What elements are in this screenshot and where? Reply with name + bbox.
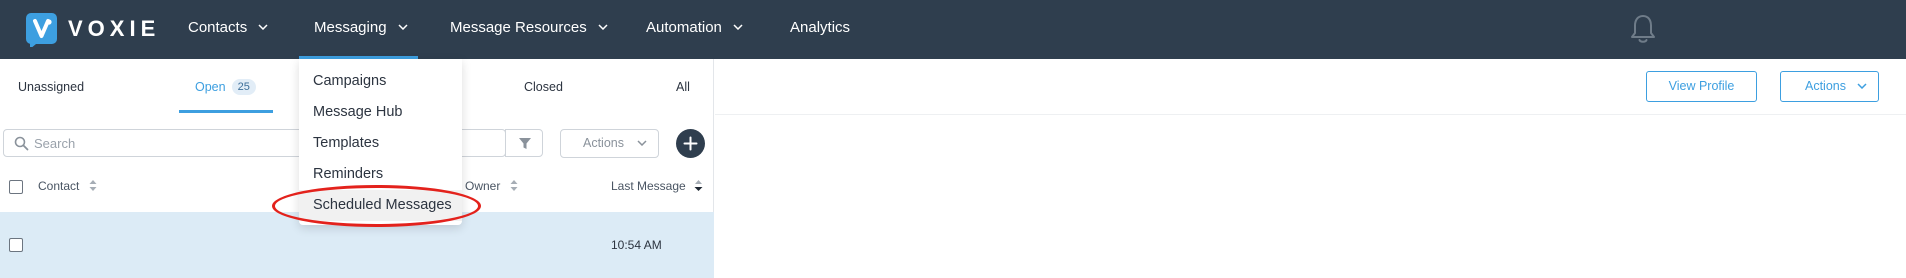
sort-icon xyxy=(510,180,518,192)
menu-item-message-hub[interactable]: Message Hub xyxy=(299,97,462,128)
voxie-logo-icon xyxy=(26,13,57,47)
add-conversation-button[interactable] xyxy=(676,129,705,158)
menu-item-templates[interactable]: Templates xyxy=(299,128,462,159)
select-all-checkbox[interactable] xyxy=(9,180,23,194)
chevron-down-icon xyxy=(637,140,647,146)
filter-icon xyxy=(519,138,531,149)
column-header-owner[interactable]: Owner xyxy=(465,176,518,196)
chevron-down-icon xyxy=(733,24,743,30)
tab-closed[interactable]: Closed xyxy=(524,59,563,114)
plus-icon xyxy=(683,136,698,151)
nav-messaging[interactable]: Messaging xyxy=(299,0,418,59)
nav-message-resources-label: Message Resources xyxy=(450,19,587,36)
nav-automation-label: Automation xyxy=(646,19,722,36)
tab-unassigned-label: Unassigned xyxy=(18,80,85,94)
sort-icon xyxy=(89,180,97,192)
chevron-down-icon xyxy=(258,24,268,30)
chevron-down-icon xyxy=(1857,83,1867,89)
column-last-message-label: Last Message xyxy=(611,179,686,193)
brand-name: VOXIE xyxy=(68,15,161,41)
tab-all-label: All xyxy=(676,80,690,94)
nav-contacts[interactable]: Contacts xyxy=(188,0,268,59)
tab-all[interactable]: All xyxy=(676,59,690,114)
column-owner-label: Owner xyxy=(465,179,501,193)
nav-messaging-label: Messaging xyxy=(314,19,387,36)
inbox-actions-button[interactable]: Actions xyxy=(560,129,659,158)
sort-descending-icon xyxy=(694,180,703,192)
nav-message-resources[interactable]: Message Resources xyxy=(450,0,608,59)
tab-active-indicator xyxy=(179,110,273,113)
row-checkbox[interactable] xyxy=(9,238,23,252)
column-header-contact[interactable]: Contact xyxy=(38,176,97,196)
view-profile-button[interactable]: View Profile xyxy=(1646,71,1757,102)
view-profile-label: View Profile xyxy=(1668,79,1735,93)
conversation-header-divider xyxy=(715,114,1906,115)
top-navigation-bar: VOXIE Contacts Messaging Message Resourc… xyxy=(0,0,1906,59)
tab-unassigned[interactable]: Unassigned xyxy=(18,59,84,114)
highlight-annotation-ellipse xyxy=(272,185,481,227)
menu-item-campaigns[interactable]: Campaigns xyxy=(299,66,462,97)
filter-button[interactable] xyxy=(505,129,543,157)
tab-open[interactable]: Open 25 xyxy=(195,59,256,114)
nav-analytics-label: Analytics xyxy=(790,19,851,36)
chevron-down-icon xyxy=(398,24,408,30)
search-icon xyxy=(14,136,29,151)
inbox-actions-label: Actions xyxy=(583,136,624,150)
chevron-down-icon xyxy=(598,24,608,30)
conversation-actions-label: Actions xyxy=(1805,79,1846,93)
conversation-actions-button[interactable]: Actions xyxy=(1780,71,1879,102)
tab-open-label: Open xyxy=(195,80,226,94)
nav-automation[interactable]: Automation xyxy=(646,0,743,59)
column-header-last-message[interactable]: Last Message xyxy=(611,176,703,196)
nav-analytics[interactable]: Analytics xyxy=(790,0,850,59)
open-count-badge: 25 xyxy=(231,78,256,95)
column-contact-label: Contact xyxy=(38,179,80,193)
nav-contacts-label: Contacts xyxy=(188,19,248,36)
bell-icon[interactable] xyxy=(1628,13,1658,45)
search-input[interactable] xyxy=(34,131,334,155)
tab-closed-label: Closed xyxy=(524,80,563,94)
row-last-message-time: 10:54 AM xyxy=(611,238,662,252)
brand-logo[interactable]: VOXIE xyxy=(26,13,161,47)
